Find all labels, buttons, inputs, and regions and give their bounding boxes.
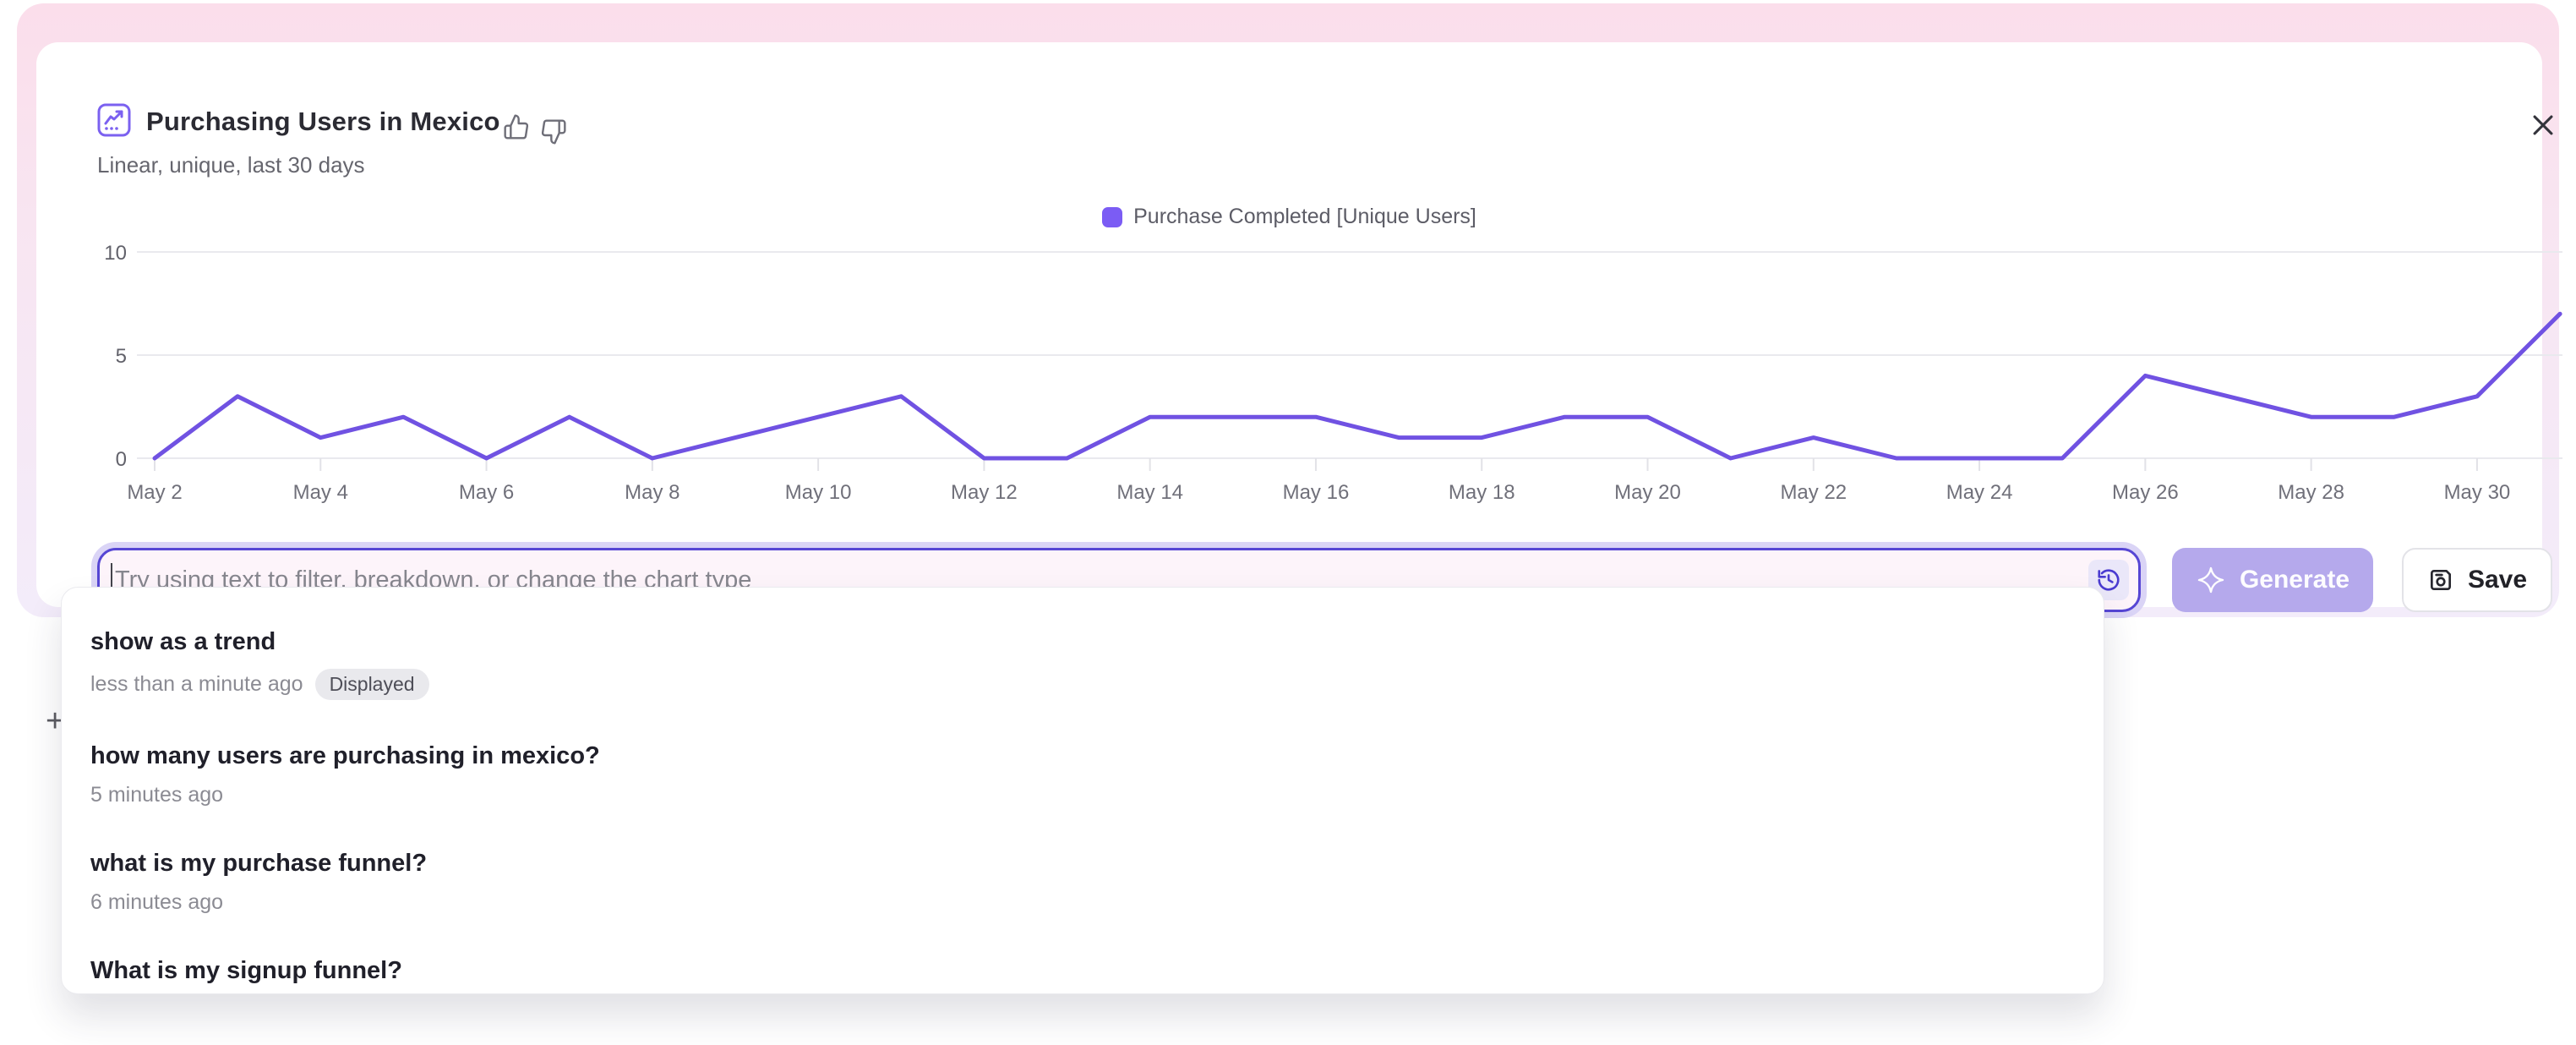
history-item-query: what is my purchase funnel? bbox=[90, 850, 2075, 878]
svg-text:May 10: May 10 bbox=[785, 481, 852, 504]
svg-text:10: 10 bbox=[104, 242, 127, 265]
close-button[interactable] bbox=[2523, 105, 2563, 145]
chart-subtitle: Linear, unique, last 30 days bbox=[97, 152, 365, 178]
history-item[interactable]: What is my signup funnel?6 minutes ago bbox=[62, 935, 2104, 994]
save-button[interactable]: Save bbox=[2402, 548, 2552, 612]
chart-legend: Purchase Completed [Unique Users] bbox=[36, 205, 2542, 229]
history-item-badge: Displayed bbox=[315, 669, 429, 700]
history-item-query: show as a trend bbox=[90, 628, 2075, 656]
svg-text:5: 5 bbox=[116, 345, 127, 368]
sparkle-icon bbox=[2196, 565, 2226, 595]
history-item-time: less than a minute ago bbox=[90, 672, 303, 697]
history-item[interactable]: how many users are purchasing in mexico?… bbox=[62, 720, 2104, 828]
history-item-query: What is my signup funnel? bbox=[90, 957, 2075, 985]
insight-card: Purchasing Users in Mexico Linear, uniqu… bbox=[36, 42, 2542, 607]
history-item[interactable]: show as a trend less than a minute ago Dis… bbox=[62, 606, 2104, 720]
svg-text:May 24: May 24 bbox=[1946, 481, 2013, 504]
svg-text:May 20: May 20 bbox=[1614, 481, 1681, 504]
thumbs-up-icon[interactable] bbox=[503, 113, 530, 145]
history-item-time: 6 minutes ago bbox=[90, 890, 223, 915]
close-icon bbox=[2529, 111, 2557, 140]
svg-text:May 16: May 16 bbox=[1283, 481, 1350, 504]
history-item[interactable]: what is my purchase funnel? 6 minutes ago bbox=[62, 828, 2104, 935]
svg-text:May 28: May 28 bbox=[2278, 481, 2344, 504]
history-item-time: 5 minutes ago bbox=[90, 783, 223, 807]
save-icon bbox=[2427, 566, 2454, 594]
svg-text:0: 0 bbox=[116, 448, 127, 471]
svg-text:May 22: May 22 bbox=[1780, 481, 1847, 504]
history-item-query: how many users are purchasing in mexico? bbox=[90, 742, 2075, 770]
svg-text:May 12: May 12 bbox=[951, 481, 1018, 504]
save-label: Save bbox=[2468, 566, 2527, 594]
svg-text:May 14: May 14 bbox=[1116, 481, 1183, 504]
svg-text:May 4: May 4 bbox=[293, 481, 348, 504]
svg-text:May 8: May 8 bbox=[625, 481, 679, 504]
svg-text:May 26: May 26 bbox=[2112, 481, 2179, 504]
line-chart: 0 5 10 May 2 May 4 May 6 May 8 May 10 May 12 May … bbox=[98, 237, 2574, 516]
generate-label: Generate bbox=[2240, 566, 2350, 594]
chart-area: 0 5 10 May 2 May 4 May 6 May 8 May 10 May 12 May … bbox=[98, 237, 2574, 516]
chart-insight-icon bbox=[97, 103, 131, 141]
page-title: Purchasing Users in Mexico bbox=[146, 107, 500, 137]
svg-text:May 30: May 30 bbox=[2444, 481, 2511, 504]
thumbs-down-icon[interactable] bbox=[540, 118, 567, 150]
svg-text:May 2: May 2 bbox=[127, 481, 182, 504]
legend-label: Purchase Completed [Unique Users] bbox=[1133, 205, 1476, 229]
svg-text:May 6: May 6 bbox=[459, 481, 514, 504]
legend-swatch bbox=[1102, 207, 1122, 227]
generate-button[interactable]: Generate bbox=[2172, 548, 2373, 612]
svg-text:May 18: May 18 bbox=[1449, 481, 1515, 504]
history-dropdown: show as a trend less than a minute ago Dis… bbox=[61, 587, 2104, 994]
history-icon bbox=[2096, 567, 2121, 593]
